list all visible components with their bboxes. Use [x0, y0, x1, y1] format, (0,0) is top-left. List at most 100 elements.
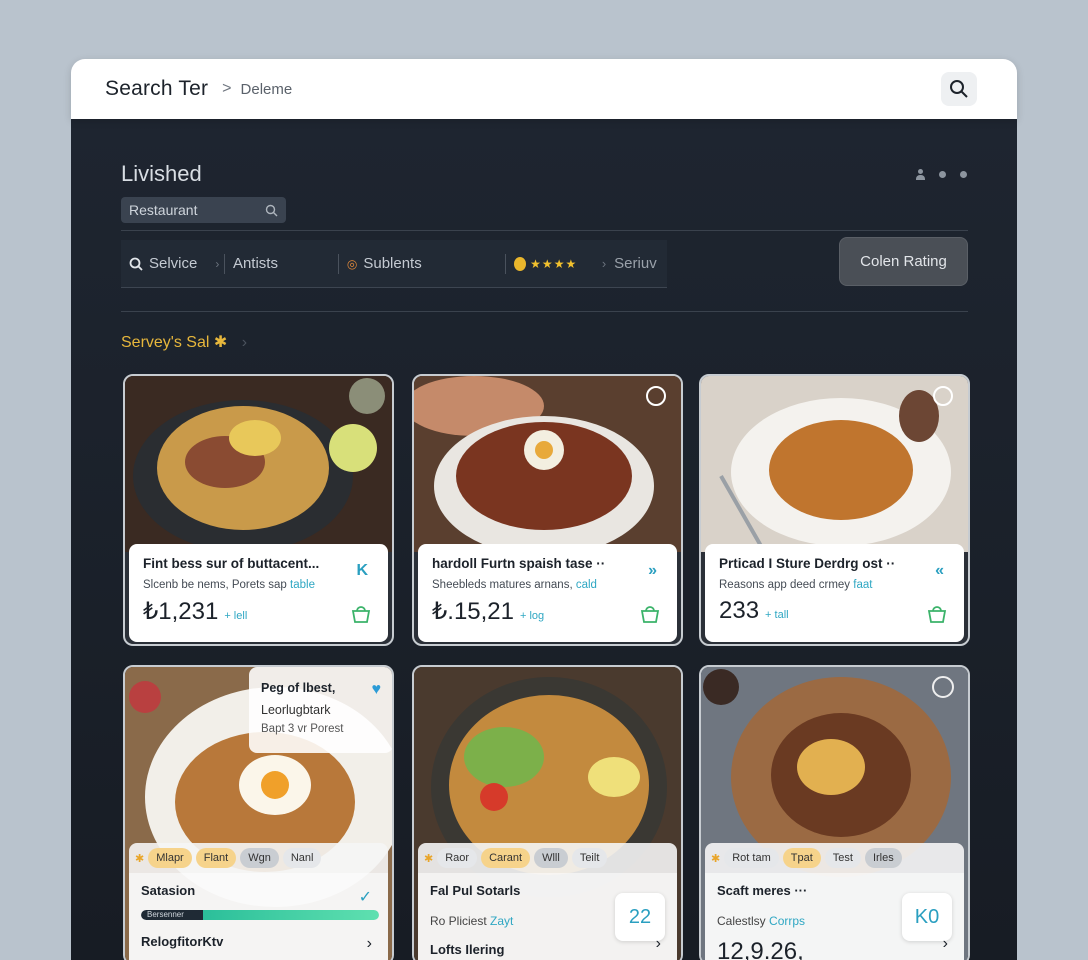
tag[interactable]: Wgn — [240, 848, 279, 868]
card-info: Prticad I Sture Derdrg ost ·· Reasons ap… — [705, 544, 964, 642]
price: 233 + tall — [719, 597, 950, 625]
restaurant-card[interactable]: hardoll Furtn spaish tase ·· Sheebleds m… — [412, 374, 683, 646]
more-icon[interactable] — [960, 171, 967, 178]
card-info: Satasion Bersenner RelogfitorKtv ✓ › — [129, 873, 388, 960]
tag-row: ✱ Mlapr Flant Wgn Nanl — [129, 843, 388, 873]
tag[interactable]: Mlapr — [148, 848, 192, 868]
subtitle-link[interactable]: Zayt — [490, 914, 513, 928]
description-link[interactable]: table — [290, 579, 315, 591]
count-badge[interactable]: 22 — [615, 893, 665, 941]
chevron-right-icon[interactable]: › — [242, 334, 247, 351]
card-title: Satasion — [141, 883, 196, 898]
tag[interactable]: Tpat — [782, 848, 821, 868]
star-icon: ✱ — [135, 852, 145, 865]
check-icon[interactable]: ✓ — [359, 887, 372, 907]
dish-name: Prticad I Sture Derdrg ost ·· — [719, 556, 896, 571]
rating-stars: ★★★★ — [530, 256, 578, 271]
price: ₺1,231 + lell — [143, 597, 374, 626]
filter-label: Sublents — [363, 255, 422, 272]
filter-rating[interactable]: ★★★★ — [506, 240, 594, 287]
dish-description: Reasons app deed crmey faat — [719, 579, 950, 591]
review-detail: Bapt 3 vr Porest — [261, 723, 344, 735]
dish-name: Fint bess sur of buttacent... — [143, 556, 320, 571]
tag[interactable]: Raor — [437, 848, 478, 868]
breadcrumb[interactable]: Deleme — [241, 81, 293, 98]
tag[interactable]: Teilt — [571, 848, 608, 868]
chevron-right-icon[interactable]: › — [367, 935, 372, 953]
filter-label: Selvice — [149, 255, 198, 272]
star-icon: ✱ — [711, 852, 721, 865]
section-title: Servey's Sal ✱ › — [121, 332, 247, 352]
description-text: Sheebleds matures arnans, — [432, 579, 573, 591]
search-icon — [129, 257, 143, 271]
cart-icon[interactable] — [926, 604, 948, 624]
card-info: hardoll Furtn spaish tase ·· Sheebleds m… — [418, 544, 677, 642]
top-bar: Search Ter > Deleme — [71, 59, 1017, 119]
cart-icon[interactable] — [639, 604, 661, 624]
progress-label: Bersenner — [147, 910, 184, 919]
tag[interactable]: Flant — [195, 848, 237, 868]
chevron-right-icon: > — [222, 80, 232, 97]
filter-seriuv[interactable]: › Seriuv — [594, 240, 667, 287]
count-badge[interactable]: K0 — [902, 893, 952, 941]
description-text: Slcenb be nems, Porets sap — [143, 579, 287, 591]
restaurant-card[interactable]: Fint bess sur of buttacent... Slcenb be … — [123, 374, 394, 646]
location-icon: ◎ — [346, 256, 358, 271]
progress-bar: Bersenner — [141, 910, 379, 920]
chevron-right-icon[interactable]: › — [943, 935, 948, 953]
page-title: Livished — [121, 161, 202, 186]
star-icon: ✱ — [424, 852, 434, 865]
cart-icon[interactable] — [350, 604, 372, 624]
filter-label: Antists — [232, 255, 278, 272]
search-icon — [265, 204, 278, 216]
filter-sublents[interactable]: ◎ Sublents — [339, 240, 505, 287]
price-value: ₺1,231 — [143, 598, 219, 625]
tag[interactable]: Rot tam — [724, 848, 779, 868]
search-icon — [950, 80, 968, 98]
dish-photo — [701, 376, 968, 552]
filter-artists[interactable]: Antists — [225, 240, 338, 287]
card-info: Fint bess sur of buttacent... Slcenb be … — [129, 544, 388, 642]
subtitle-link[interactable]: Corrps — [769, 914, 805, 928]
tag[interactable]: Carant — [481, 848, 531, 868]
nav-icon[interactable]: » — [648, 562, 657, 580]
dish-description: Sheebleds matures arnans, cald — [432, 579, 663, 591]
restaurant-card[interactable]: Prticad I Sture Derdrg ost ·· Reasons ap… — [699, 374, 970, 646]
description-link[interactable]: cald — [576, 579, 597, 591]
tag[interactable]: Wlll — [534, 848, 568, 868]
dish-description: Slcenb be nems, Porets sap table — [143, 579, 374, 591]
main-panel: Livished Restaurant Selvice › Antists ◎ … — [71, 119, 1017, 960]
heart-icon[interactable]: ♥ — [372, 681, 382, 699]
restaurant-card[interactable]: Peg of lbest, Leorlugbtark Bapt 3 vr Por… — [123, 665, 394, 960]
chevron-right-icon: › — [601, 256, 607, 271]
nav-icon[interactable]: K — [356, 562, 368, 580]
dish-photo — [125, 376, 392, 552]
card-info: Scaft meres ··· Calestlsy Corrps 12,9.26… — [705, 873, 964, 960]
nav-icon[interactable]: « — [935, 562, 944, 580]
category-label: Restaurant — [129, 202, 198, 218]
description-link[interactable]: faat — [853, 579, 872, 591]
chevron-right-icon[interactable]: › — [656, 935, 661, 953]
tag[interactable]: Irles — [864, 848, 902, 868]
tag-row: ✱ Raor Carant Wlll Teilt — [418, 843, 677, 873]
dish-photo — [414, 376, 681, 552]
chevron-right-icon: › — [215, 256, 220, 271]
tag-row: ✱ Rot tam Tpat Test Irles — [705, 843, 964, 873]
restaurant-card[interactable]: ✱ Raor Carant Wlll Teilt Fal Pul Sotarls… — [412, 665, 683, 960]
toolbar-icons — [916, 169, 967, 180]
price-sub: + lell — [224, 610, 248, 622]
category-search[interactable]: Restaurant — [121, 197, 286, 223]
user-icon[interactable] — [916, 169, 925, 180]
search-button[interactable] — [941, 72, 977, 106]
dot-icon[interactable] — [939, 171, 946, 178]
review-popover: Peg of lbest, Leorlugbtark Bapt 3 vr Por… — [249, 667, 392, 753]
review-title: Peg of lbest, — [261, 681, 336, 695]
restaurant-card[interactable]: ✱ Rot tam Tpat Test Irles Scaft meres ··… — [699, 665, 970, 960]
section-title-text: Servey's Sal — [121, 334, 210, 351]
divider — [121, 230, 968, 231]
price-sub: + log — [520, 610, 545, 622]
filter-service[interactable]: Selvice › — [121, 240, 224, 287]
rating-button[interactable]: Colen Rating — [839, 237, 968, 286]
tag[interactable]: Nanl — [282, 848, 322, 868]
tag[interactable]: Test — [824, 848, 861, 868]
